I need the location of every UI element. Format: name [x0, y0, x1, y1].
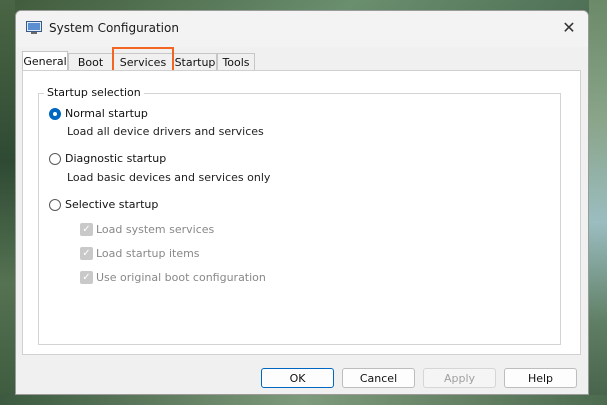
tab-boot[interactable]: Boot — [68, 53, 113, 71]
check-icon: ✓ — [80, 223, 93, 236]
apply-button[interactable]: Apply — [423, 368, 496, 388]
desktop-background-right — [589, 0, 607, 405]
checkbox-label: Load startup items — [96, 247, 200, 260]
diagnostic-startup-description: Load basic devices and services only — [67, 171, 271, 184]
radio-icon[interactable] — [49, 199, 61, 211]
checkbox-label: Load system services — [96, 223, 215, 236]
normal-startup-description: Load all device drivers and services — [67, 125, 264, 138]
radio-label: Diagnostic startup — [65, 152, 167, 165]
radio-icon[interactable] — [49, 108, 61, 120]
check-icon: ✓ — [80, 271, 93, 284]
tab-general[interactable]: General — [22, 51, 68, 71]
close-icon[interactable]: ✕ — [558, 17, 580, 39]
system-configuration-window: System Configuration ✕ General Boot Serv… — [15, 10, 589, 395]
ok-button[interactable]: OK — [261, 368, 334, 388]
window-title: System Configuration — [49, 21, 179, 35]
desktop-background-bottom — [0, 395, 607, 405]
tab-tools[interactable]: Tools — [217, 53, 255, 71]
general-tab-panel: Startup selection Normal startup Load al… — [22, 70, 581, 355]
group-label: Startup selection — [44, 86, 144, 99]
radio-label: Selective startup — [65, 198, 159, 211]
title-bar[interactable]: System Configuration ✕ — [16, 11, 588, 47]
cancel-button[interactable]: Cancel — [342, 368, 415, 388]
desktop-background-left — [0, 0, 15, 405]
radio-icon[interactable] — [49, 153, 61, 165]
system-config-icon — [26, 21, 42, 34]
tab-startup[interactable]: Startup — [173, 53, 217, 71]
help-button[interactable]: Help — [504, 368, 577, 388]
check-icon: ✓ — [80, 247, 93, 260]
checkbox-label: Use original boot configuration — [96, 271, 266, 284]
radio-label: Normal startup — [65, 107, 148, 120]
